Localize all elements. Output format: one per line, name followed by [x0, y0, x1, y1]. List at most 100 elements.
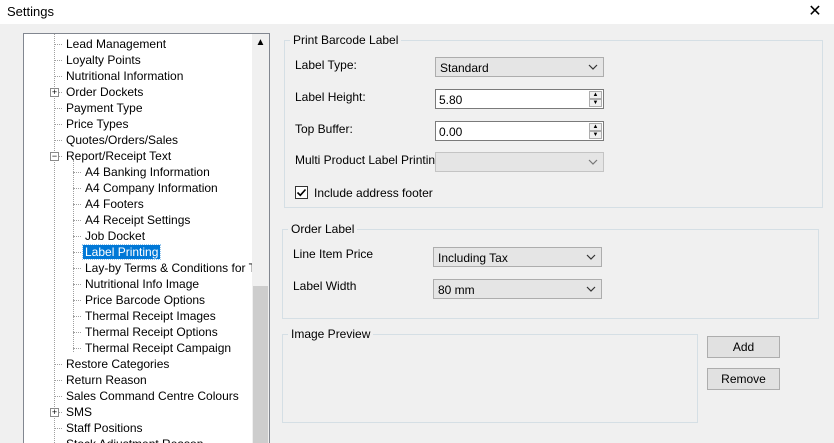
tree-item[interactable]: SMS — [64, 404, 94, 420]
add-button[interactable]: Add — [707, 336, 780, 358]
tree-guide-line — [73, 348, 81, 349]
tree-guide-line — [73, 300, 81, 301]
tree-item-label: Thermal Receipt Campaign — [85, 341, 232, 355]
remove-button[interactable]: Remove — [707, 368, 780, 390]
line-item-price-label: Line Item Price — [293, 247, 374, 261]
tree-item-label: Nutritional Info Image — [85, 277, 200, 291]
settings-tree[interactable]: Lead Management Loyalty Points Nutritional… — [23, 33, 270, 443]
tree-guide-line — [54, 364, 62, 365]
tree-item[interactable]: A4 Receipt Settings — [83, 212, 192, 228]
tree-item-label: SMS — [66, 405, 93, 419]
tree-item[interactable]: Loyalty Points — [64, 52, 143, 68]
tree-item[interactable]: Quotes/Orders/Sales — [64, 132, 180, 148]
line-item-price-select[interactable]: Including Tax — [433, 247, 602, 267]
collapse-icon[interactable]: − — [50, 152, 59, 161]
chevron-down-icon — [588, 159, 598, 165]
top-buffer-label: Top Buffer: — [295, 122, 353, 136]
tree-item[interactable]: Lead Management — [64, 36, 168, 52]
tree-guide-line — [73, 220, 81, 221]
tree-item[interactable]: Job Docket — [83, 228, 147, 244]
tree-guide-line — [73, 268, 81, 269]
label-width-label: Label Width — [293, 279, 357, 293]
tree-item-label: Loyalty Points — [66, 53, 141, 67]
tree-item-label: Label Printing — [81, 244, 162, 260]
tree-item[interactable]: Restore Categories — [64, 356, 171, 372]
tree-guide-line — [73, 316, 81, 317]
tree-item[interactable]: A4 Banking Information — [83, 164, 212, 180]
include-footer-checkbox[interactable] — [295, 186, 308, 199]
print-barcode-title: Print Barcode Label — [290, 33, 402, 47]
tree-item-label: Sales Command Centre Colours — [66, 389, 239, 403]
tree-guide-line — [73, 204, 81, 205]
tree-item[interactable]: Return Reason — [64, 372, 149, 388]
tree-item-label: Quotes/Orders/Sales — [66, 133, 179, 147]
label-type-select[interactable]: Standard — [435, 57, 604, 77]
tree-item-label: Return Reason — [66, 373, 147, 387]
title-bar: Settings ✕ — [0, 0, 834, 24]
tree-item[interactable]: Thermal Receipt Images — [83, 308, 218, 324]
tree-item[interactable]: Label Printing — [81, 244, 162, 260]
tree-item[interactable]: Lay-by Terms & Conditions for Thermal — [83, 260, 269, 276]
scroll-up-icon[interactable]: ▲ — [252, 34, 269, 51]
tree-item-label: Thermal Receipt Images — [85, 309, 216, 323]
tree-item[interactable]: A4 Company Information — [83, 180, 220, 196]
scroll-thumb[interactable] — [253, 286, 268, 443]
tree-item[interactable]: Price Types — [64, 116, 130, 132]
tree-item-label: A4 Banking Information — [85, 165, 210, 179]
tree-item[interactable]: Nutritional Info Image — [83, 276, 201, 292]
tree-item[interactable]: Order Dockets — [64, 84, 145, 100]
tree-item[interactable]: Nutritional Information — [64, 68, 185, 84]
increment-icon[interactable]: ▲ — [589, 123, 602, 131]
tree-item[interactable]: Sales Command Centre Colours — [64, 388, 241, 404]
tree-guide-line — [73, 172, 81, 173]
tree-item[interactable]: A4 Footers — [83, 196, 146, 212]
tree-item[interactable]: Thermal Receipt Campaign — [83, 340, 233, 356]
tree-item[interactable]: Staff Positions — [64, 420, 145, 436]
expand-icon[interactable]: + — [50, 88, 59, 97]
close-icon[interactable]: ✕ — [802, 2, 828, 22]
include-footer-label[interactable]: Include address footer — [314, 186, 433, 200]
label-height-stepper[interactable]: 5.80 ▲ ▼ — [435, 89, 604, 109]
tree-item-label: A4 Receipt Settings — [85, 213, 191, 227]
tree-guide-line — [54, 44, 62, 45]
top-buffer-stepper[interactable]: 0.00 ▲ ▼ — [435, 121, 604, 141]
tree-guide-line — [54, 124, 62, 125]
tree-guide-line — [73, 236, 81, 237]
tree-item-label: Nutritional Information — [66, 69, 184, 83]
tree-guide-line — [73, 284, 81, 285]
tree-item-label: A4 Footers — [85, 197, 144, 211]
tree-guide-line — [54, 140, 62, 141]
tree-item-label: Job Docket — [85, 229, 146, 243]
tree-scrollbar[interactable]: ▲ — [252, 34, 269, 443]
tree-item-label: A4 Company Information — [85, 181, 218, 195]
tree-item[interactable]: Report/Receipt Text — [64, 148, 173, 164]
tree-item-label: Payment Type — [66, 101, 143, 115]
tree-guide-line — [54, 76, 62, 77]
tree-item-label: Lay-by Terms & Conditions for Thermal — [85, 261, 269, 275]
multi-product-select[interactable] — [435, 152, 604, 172]
tree-item-label: Report/Receipt Text — [66, 149, 172, 163]
increment-icon[interactable]: ▲ — [589, 91, 602, 99]
window-title: Settings — [7, 4, 54, 19]
tree-item-label: Staff Positions — [66, 421, 143, 435]
expand-icon[interactable]: + — [50, 408, 59, 417]
tree-guide-line — [54, 108, 62, 109]
label-height-label: Label Height: — [295, 90, 366, 104]
tree-guide-line — [54, 428, 62, 429]
tree-guide-line — [54, 396, 62, 397]
tree-guide-line — [54, 60, 62, 61]
decrement-icon[interactable]: ▼ — [589, 99, 602, 107]
tree-guide-line — [73, 252, 81, 253]
label-width-select[interactable]: 80 mm — [433, 279, 602, 299]
order-label-group — [282, 229, 819, 319]
chevron-down-icon — [586, 254, 596, 260]
chevron-down-icon — [588, 64, 598, 70]
tree-guide-line — [54, 380, 62, 381]
tree-item[interactable]: Price Barcode Options — [83, 292, 207, 308]
check-icon — [296, 188, 307, 197]
tree-item[interactable]: Thermal Receipt Options — [83, 324, 220, 340]
tree-item-label: Order Dockets — [66, 85, 144, 99]
decrement-icon[interactable]: ▼ — [589, 131, 602, 139]
order-label-title: Order Label — [288, 222, 358, 236]
tree-item[interactable]: Payment Type — [64, 100, 145, 116]
